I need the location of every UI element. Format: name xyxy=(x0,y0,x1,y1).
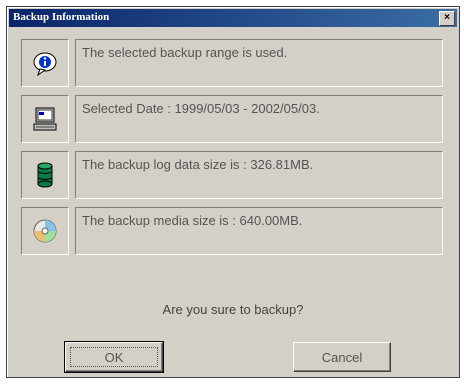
date-text: Selected Date : 1999/05/03 - 2002/05/03. xyxy=(82,101,320,116)
database-icon xyxy=(21,151,69,199)
dialog-title: Backup Information xyxy=(13,11,110,23)
ok-button[interactable]: OK xyxy=(64,341,164,373)
confirm-question: Are you sure to backup? xyxy=(162,302,304,317)
info-row-log-size: The backup log data size is : 326.81MB. xyxy=(21,151,445,199)
cd-disc-icon xyxy=(21,207,69,255)
info-icon xyxy=(21,39,69,87)
info-text-box: The selected backup range is used. xyxy=(75,39,443,87)
focus-rectangle xyxy=(70,347,158,367)
info-row-date: Selected Date : 1999/05/03 - 2002/05/03. xyxy=(21,95,445,143)
computer-calendar-icon xyxy=(21,95,69,143)
info-text: The selected backup range is used. xyxy=(82,45,288,60)
backup-information-dialog: Backup Information × The selected backup… xyxy=(6,6,460,378)
cancel-button[interactable]: Cancel xyxy=(293,342,391,372)
info-row-range: The selected backup range is used. xyxy=(21,39,445,87)
title-bar[interactable]: Backup Information × xyxy=(9,9,457,27)
log-size-text: The backup log data size is : 326.81MB. xyxy=(82,157,314,172)
info-row-media-size: The backup media size is : 640.00MB. xyxy=(21,207,445,255)
media-size-text-box: The backup media size is : 640.00MB. xyxy=(75,207,443,255)
log-size-text-box: The backup log data size is : 326.81MB. xyxy=(75,151,443,199)
cancel-button-label: Cancel xyxy=(321,349,363,365)
date-text-box: Selected Date : 1999/05/03 - 2002/05/03. xyxy=(75,95,443,143)
close-button[interactable]: × xyxy=(439,11,455,26)
media-size-text: The backup media size is : 640.00MB. xyxy=(82,213,303,228)
